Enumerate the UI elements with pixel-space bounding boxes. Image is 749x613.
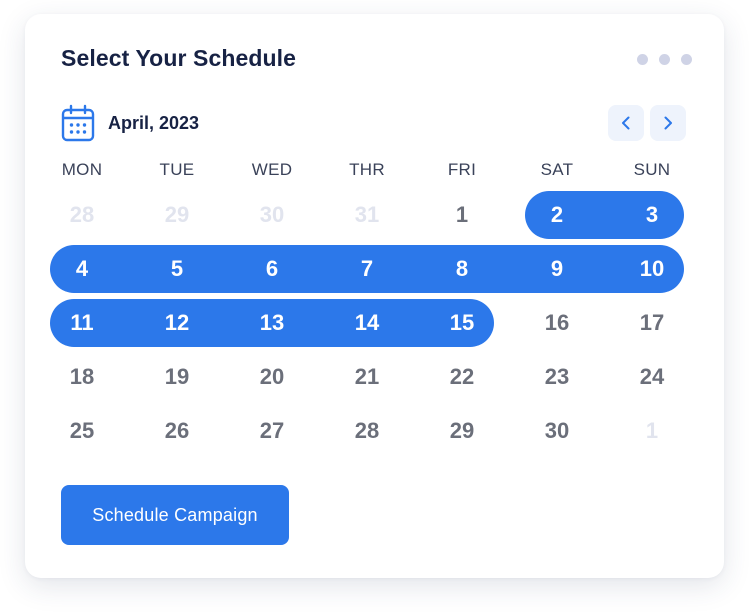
calendar-day-outside-month[interactable]: 28 — [52, 191, 112, 239]
calendar-day-selected[interactable]: 2 — [527, 191, 587, 239]
weekday-header: THR — [349, 160, 385, 179]
calendar-day-outside-month[interactable]: 31 — [337, 191, 397, 239]
calendar-day-selected[interactable]: 13 — [242, 299, 302, 347]
calendar-day[interactable]: 16 — [527, 299, 587, 347]
calendar-day-selected[interactable]: 11 — [52, 299, 112, 347]
calendar-day-selected[interactable]: 6 — [242, 245, 302, 293]
calendar-day[interactable]: 21 — [337, 353, 397, 401]
weekday-header: SAT — [540, 160, 574, 179]
calendar-day[interactable]: 19 — [147, 353, 207, 401]
calendar-day-selected[interactable]: 8 — [432, 245, 492, 293]
calendar-day-selected[interactable]: 12 — [147, 299, 207, 347]
calendar-day[interactable]: 22 — [432, 353, 492, 401]
calendar-day-selected[interactable]: 4 — [52, 245, 112, 293]
calendar-day-outside-month[interactable]: 1 — [622, 407, 682, 455]
calendar-day-selected[interactable]: 9 — [527, 245, 587, 293]
calendar-day[interactable]: 28 — [337, 407, 397, 455]
calendar-day[interactable]: 20 — [242, 353, 302, 401]
weekday-header: SUN — [633, 160, 671, 179]
calendar-day[interactable]: 24 — [622, 353, 682, 401]
calendar-day-selected[interactable]: 7 — [337, 245, 397, 293]
calendar-day-selected[interactable]: 14 — [337, 299, 397, 347]
calendar-day[interactable]: 30 — [527, 407, 587, 455]
calendar-day-selected[interactable]: 15 — [432, 299, 492, 347]
calendar-day-selected[interactable]: 10 — [622, 245, 682, 293]
calendar-day-selected[interactable]: 5 — [147, 245, 207, 293]
calendar-day[interactable]: 1 — [432, 191, 492, 239]
schedule-card: Select Your Schedule April, 2023 MON TUE… — [25, 14, 724, 578]
schedule-campaign-button[interactable]: Schedule Campaign — [61, 485, 289, 545]
weekday-header: WED — [251, 160, 293, 179]
calendar-day-outside-month[interactable]: 30 — [242, 191, 302, 239]
weekday-header: TUE — [159, 160, 195, 179]
calendar-day-outside-month[interactable]: 29 — [147, 191, 207, 239]
calendar-day[interactable]: 29 — [432, 407, 492, 455]
calendar-day[interactable]: 23 — [527, 353, 587, 401]
calendar-day[interactable]: 27 — [242, 407, 302, 455]
calendar-day[interactable]: 17 — [622, 299, 682, 347]
calendar-day[interactable]: 26 — [147, 407, 207, 455]
calendar-day-selected[interactable]: 3 — [622, 191, 682, 239]
calendar-day[interactable]: 25 — [52, 407, 112, 455]
weekday-header: MON — [61, 160, 103, 179]
calendar-day[interactable]: 18 — [52, 353, 112, 401]
weekday-header: FRI — [447, 160, 477, 179]
